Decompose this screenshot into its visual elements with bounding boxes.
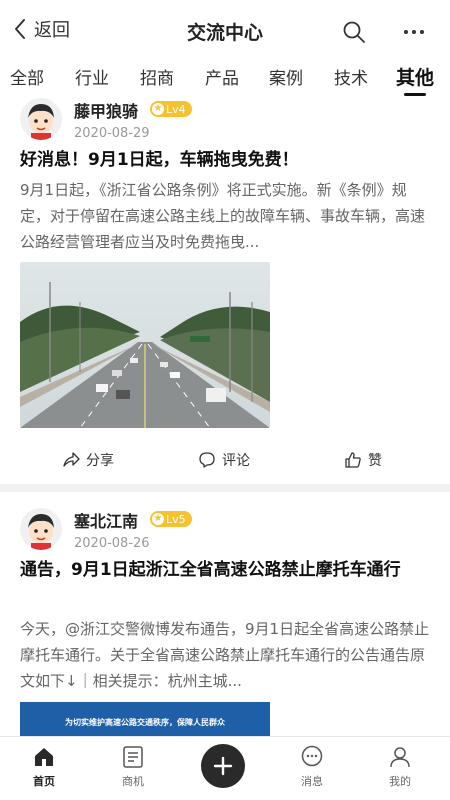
search-icon[interactable]	[342, 20, 366, 44]
star-icon: ★	[152, 513, 164, 525]
nav-business[interactable]: 商机	[103, 745, 163, 789]
share-button[interactable]: 分享	[62, 450, 114, 470]
tab-industry[interactable]: 行业	[75, 64, 109, 89]
chat-icon	[301, 745, 323, 767]
back-button[interactable]: 返回	[12, 16, 70, 42]
header-bar: 返回 交流中心	[0, 0, 450, 60]
highway-photo-icon	[20, 262, 270, 428]
tab-technology[interactable]: 技术	[334, 64, 368, 89]
post-feed[interactable]: 藤甲狼骑 ★ Lv4 2020-08-29 好消息！9月1日起，车辆拖曳免费！ …	[0, 96, 450, 736]
avatar-cartoon-icon	[20, 98, 62, 140]
avatar[interactable]	[20, 508, 62, 550]
post-author[interactable]: 藤甲狼骑	[74, 98, 138, 122]
person-icon	[390, 747, 410, 768]
post-excerpt[interactable]: 今天，@浙江交警微博发布通告，9月1日起全省高速公路禁止摩托车通行。关于全省高速…	[20, 616, 430, 694]
star-icon: ★	[152, 103, 164, 115]
post-image[interactable]: 为切实维护高速公路交通秩序，保障人民群众	[20, 702, 270, 736]
thumbs-up-icon	[345, 452, 361, 468]
post-actions: 分享 评论 赞	[0, 446, 450, 476]
post-divider	[0, 484, 450, 492]
tab-cases[interactable]: 案例	[269, 64, 303, 89]
bottom-navigation: 首页 商机 消息 我的	[0, 736, 450, 800]
post-excerpt[interactable]: 9月1日起，《浙江省公路条例》将正式实施。新《条例》规定，对于停留在高速公路主线…	[20, 177, 430, 255]
chevron-left-icon	[15, 19, 25, 39]
avatar[interactable]	[20, 98, 62, 140]
back-label: 返回	[34, 20, 70, 41]
avatar-cartoon-icon	[20, 508, 62, 550]
nav-messages[interactable]: 消息	[282, 745, 342, 789]
post-date: 2020-08-26	[74, 536, 150, 551]
post-title[interactable]: 通告，9月1日起浙江全省高速公路禁止摩托车通行	[20, 556, 430, 584]
post-image[interactable]	[20, 262, 270, 428]
tab-all[interactable]: 全部	[10, 64, 44, 89]
post-card[interactable]: 藤甲狼骑 ★ Lv4 2020-08-29 好消息！9月1日起，车辆拖曳免费！ …	[0, 96, 450, 484]
like-button[interactable]: 赞	[344, 450, 382, 470]
nav-profile[interactable]: 我的	[370, 745, 430, 789]
tab-products[interactable]: 产品	[205, 64, 239, 89]
post-author[interactable]: 塞北江南	[74, 508, 138, 532]
more-icon[interactable]	[402, 28, 426, 36]
post-card[interactable]: 塞北江南 ★ Lv5 2020-08-26 通告，9月1日起浙江全省高速公路禁止…	[0, 492, 450, 736]
nav-home[interactable]: 首页	[14, 745, 74, 789]
document-icon	[123, 746, 143, 768]
post-title[interactable]: 好消息！9月1日起，车辆拖曳免费！	[20, 146, 430, 174]
tab-other[interactable]: 其他	[396, 63, 434, 90]
create-post-button[interactable]	[201, 744, 245, 788]
comment-icon	[199, 452, 215, 468]
category-tabs: 全部 行业 招商 产品 案例 技术 其他	[0, 60, 450, 96]
share-icon	[63, 452, 80, 467]
plus-icon	[213, 756, 233, 776]
comment-button[interactable]: 评论	[198, 450, 250, 470]
post-date: 2020-08-29	[74, 126, 150, 141]
home-icon	[35, 748, 53, 766]
level-badge: ★ Lv4	[150, 101, 192, 117]
tab-investment[interactable]: 招商	[140, 64, 174, 89]
level-badge: ★ Lv5	[150, 511, 192, 527]
